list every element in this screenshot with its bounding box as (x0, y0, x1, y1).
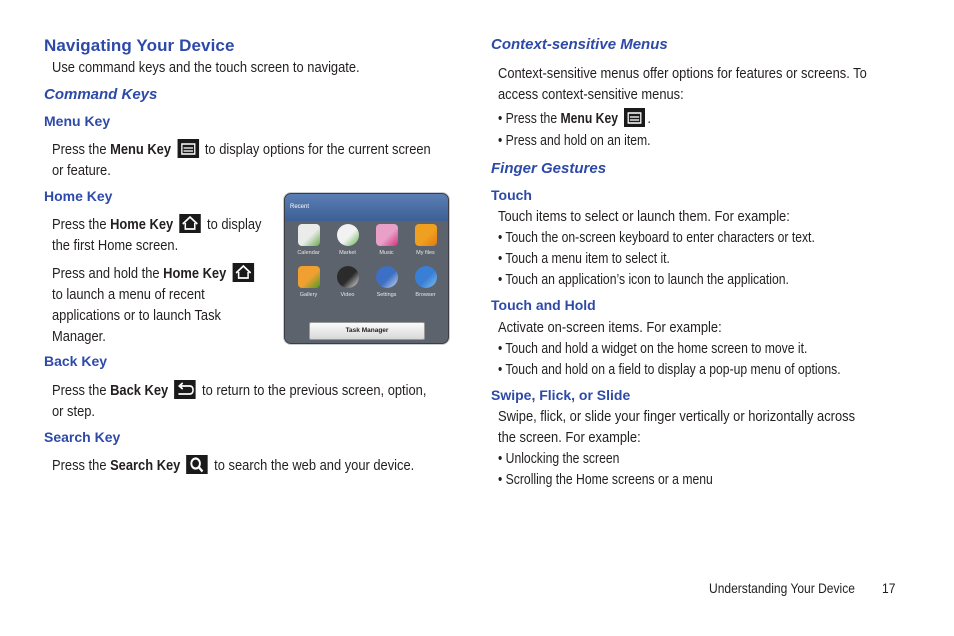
home-key-hold-text: Press and hold the Home Key (52, 263, 257, 284)
back-key-text-2: or step. (52, 403, 96, 420)
text: Press and hold the (52, 265, 164, 282)
key-name: Menu Key (560, 111, 619, 127)
app-label: My files (416, 250, 435, 256)
key-name: Back Key (110, 382, 169, 399)
touch-hold-bullet: • Touch and hold a widget on the home sc… (498, 341, 808, 357)
heading-touch: Touch (491, 187, 532, 203)
app-market: Market (328, 224, 367, 256)
heading-swipe: Swipe, Flick, or Slide (491, 387, 631, 403)
touch-bullet: • Touch a menu item to select it. (498, 251, 670, 267)
touch-bullet: • Touch the on-screen keyboard to enter … (498, 230, 815, 246)
home-key-text-2: the first Home screen. (52, 237, 179, 254)
swipe-text-1: Swipe, flick, or slide your finger verti… (498, 408, 856, 425)
swipe-text-2: the screen. For example: (498, 429, 641, 446)
my-files-icon (414, 224, 437, 246)
home-icon (232, 263, 254, 282)
heading-menu-key: Menu Key (44, 113, 111, 129)
app-label: Music (379, 250, 394, 256)
context-text-2: access context-sensitive menus: (498, 86, 684, 103)
context-bullet-2: • Press and hold on an item. (498, 133, 651, 149)
home-key-hold-text-4: Manager. (52, 328, 106, 345)
page-number: 17 (882, 580, 896, 596)
key-name: Search Key (110, 457, 181, 474)
heading-back-key: Back Key (44, 353, 108, 369)
market-icon (336, 224, 359, 246)
menu-key-text: Press the Menu Key to display options fo… (52, 139, 431, 160)
menu-icon (177, 139, 199, 158)
app-label: Calendar (297, 250, 320, 256)
heading-context-menus: Context-sensitive Menus (491, 36, 668, 53)
menu-icon (623, 108, 645, 127)
app-browser: Browser (406, 266, 445, 298)
calendar-icon (297, 224, 320, 246)
browser-icon (414, 266, 437, 288)
touch-bullet: • Touch an application’s icon to launch … (498, 272, 789, 288)
home-key-hold-text-2: to launch a menu of recent (52, 286, 205, 303)
back-key-text: Press the Back Key to return to the prev… (52, 380, 426, 401)
context-bullet-1: • Press the Menu Key . (498, 108, 651, 129)
footer-section: Understanding Your Device (709, 580, 855, 596)
app-calendar: Calendar (289, 224, 328, 256)
app-label: Video (340, 292, 355, 298)
context-text-1: Context-sensitive menus offer options fo… (498, 65, 867, 82)
touch-intro: Touch items to select or launch them. Fo… (498, 208, 790, 225)
text: • Press the (498, 111, 561, 127)
recent-apps-title: Recent (285, 194, 448, 221)
music-icon (375, 224, 398, 246)
heading-home-key: Home Key (44, 188, 113, 204)
text: to display (203, 216, 262, 233)
swipe-bullet: • Unlocking the screen (498, 451, 620, 467)
app-my-files: My files (406, 224, 445, 256)
recent-apps-screenshot: Recent Calendar Market Music My files Galler… (284, 193, 449, 344)
key-name: Home Key (110, 216, 174, 233)
text: to return to the previous screen, option… (198, 382, 427, 399)
app-video: Video (328, 266, 367, 298)
video-icon (336, 266, 359, 288)
app-label: Browser (415, 292, 436, 298)
section-command-keys: Command Keys (44, 86, 158, 103)
heading-touch-and-hold: Touch and Hold (491, 297, 596, 313)
text: Press the (52, 457, 111, 474)
search-icon (186, 455, 209, 474)
key-name: Menu Key (110, 141, 172, 158)
heading-finger-gestures: Finger Gestures (491, 160, 607, 177)
app-label: Gallery (299, 292, 318, 298)
text: to search the web and your device. (210, 457, 415, 474)
key-name: Home Key (163, 265, 227, 282)
back-icon (174, 380, 196, 399)
gallery-icon (297, 266, 320, 288)
text: Press the (52, 216, 111, 233)
text: Press the (52, 141, 111, 158)
app-settings: Settings (367, 266, 406, 298)
home-icon (179, 214, 201, 233)
app-gallery: Gallery (289, 266, 328, 298)
search-key-text: Press the Search Key to search the web a… (52, 455, 414, 476)
heading-search-key: Search Key (44, 429, 121, 445)
app-music: Music (367, 224, 406, 256)
app-grid: Calendar Market Music My files Gallery Video S… (289, 224, 445, 298)
task-manager-button: Task Manager (309, 322, 425, 340)
home-key-text: Press the Home Key to display (52, 214, 262, 235)
text: to display options for the current scree… (201, 141, 431, 158)
menu-key-text-2: or feature. (52, 162, 111, 179)
text: Press the (52, 382, 111, 399)
text: . (647, 111, 651, 127)
app-label: Settings (376, 292, 397, 298)
intro-text: Use command keys and the touch screen to… (52, 59, 360, 76)
swipe-bullet: • Scrolling the Home screens or a menu (498, 472, 713, 488)
touch-hold-intro: Activate on-screen items. For example: (498, 319, 722, 336)
home-key-hold-text-3: applications or to launch Task (52, 307, 222, 324)
app-label: Market (339, 250, 356, 256)
page-title: Navigating Your Device (44, 36, 235, 55)
touch-hold-bullet: • Touch and hold on a field to display a… (498, 362, 841, 378)
settings-icon (375, 266, 398, 288)
